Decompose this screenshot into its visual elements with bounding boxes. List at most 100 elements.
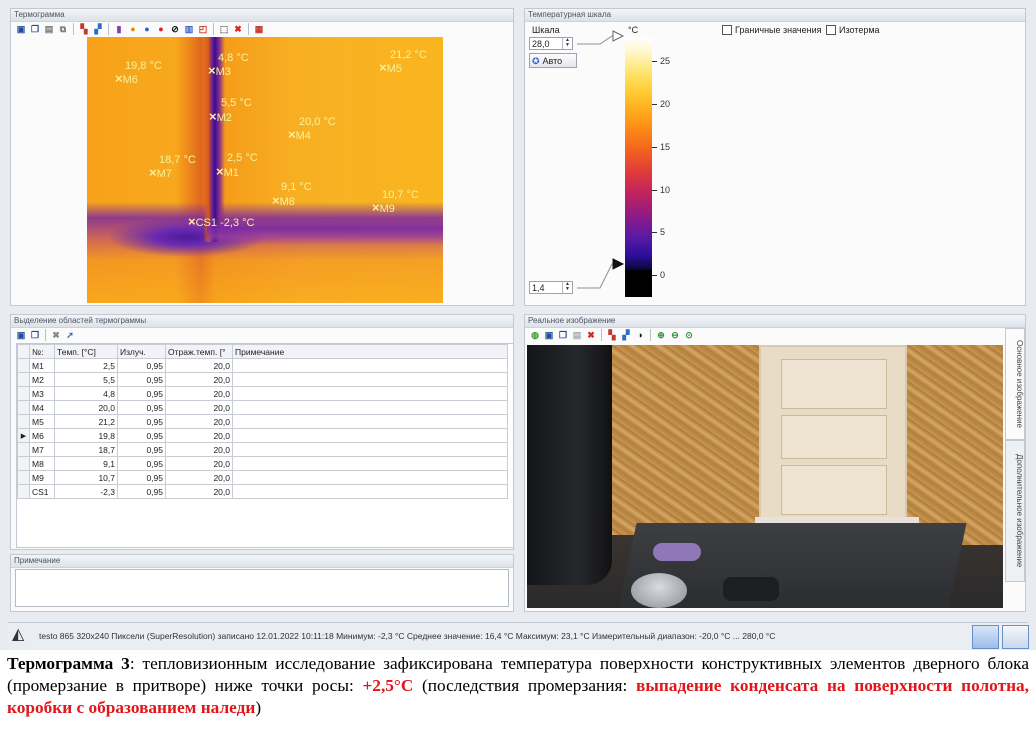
table-cell[interactable]: -2,3 [54,484,118,499]
table-cell[interactable] [232,386,508,401]
properties-icon[interactable]: ▤ [571,329,583,341]
copy-icon[interactable]: ❐ [29,329,41,341]
grid-icon[interactable]: ▦ [253,23,265,35]
table-cell[interactable]: 20,0 [165,386,233,401]
remove-icon[interactable]: ✖ [232,23,244,35]
limits-checkbox[interactable]: Граничные значения [722,25,821,35]
table-cell[interactable] [232,372,508,387]
table-row[interactable]: M5 21,2 0,95 20,0 [17,414,508,429]
table-cell[interactable]: 0,95 [117,484,166,499]
marker-m9[interactable]: ×M9 [372,201,395,215]
delete-region-icon[interactable]: ✖ [50,329,62,341]
table-cell[interactable]: 20,0 [165,442,233,457]
table-cell[interactable]: M9 [29,470,55,485]
marker-m6[interactable]: ×M6 [115,72,138,86]
copy-icon[interactable]: ❐ [29,23,41,35]
table-cell[interactable]: 0,95 [117,442,166,457]
table-cell[interactable]: 4,8 [54,386,118,401]
table-row[interactable]: M4 20,0 0,95 20,0 [17,400,508,415]
table-cell[interactable]: 5,5 [54,372,118,387]
table-cell[interactable]: 9,1 [54,456,118,471]
table-cell[interactable]: M6 [29,428,55,443]
properties-icon[interactable]: ▤ [43,23,55,35]
table-cell[interactable] [232,358,508,373]
palette-alt-icon[interactable]: ▞ [92,23,104,35]
layout-dual-icon[interactable] [1002,625,1029,649]
table-cell[interactable] [232,456,508,471]
marker-m7[interactable]: ×M7 [149,166,172,180]
table-cell[interactable]: 19,8 [54,428,118,443]
cold-spot-icon[interactable]: ● [141,23,153,35]
remove-icon[interactable]: ✖ [585,329,597,341]
table-cell[interactable] [232,442,508,457]
layout-single-icon[interactable] [972,625,999,649]
palette-icon[interactable]: ▚ [78,23,90,35]
spin-icon[interactable]: ▲ ▼ [562,282,572,293]
table-cell[interactable] [232,414,508,429]
tab-additional-image[interactable]: Дополнительное изображение [1005,440,1025,582]
table-cell[interactable] [232,484,508,499]
table-cell[interactable]: 20,0 [165,484,233,499]
column-header[interactable]: Примечание [232,344,508,359]
table-cell[interactable] [232,428,508,443]
table-cell[interactable]: 20,0 [165,470,233,485]
marker-m2[interactable]: ×M2 [209,110,232,124]
table-cell[interactable]: M4 [29,400,55,415]
table-row[interactable]: M1 2,5 0,95 20,0 [17,358,508,373]
navigate-icon[interactable]: ➚ [64,329,76,341]
table-row[interactable]: M3 4,8 0,95 20,0 [17,386,508,401]
table-cell[interactable]: M1 [29,358,55,373]
scale-min-input[interactable]: 1,4 ▲ ▼ [529,281,573,294]
marker-m8[interactable]: ×M8 [272,194,295,208]
table-cell[interactable]: 2,5 [54,358,118,373]
note-textarea[interactable] [15,569,509,607]
table-cell[interactable]: 0,95 [117,456,166,471]
table-cell[interactable]: 0,95 [117,372,166,387]
measure-point-icon[interactable]: ● [155,23,167,35]
table-cell[interactable] [232,400,508,415]
column-header[interactable]: №: [29,344,55,359]
table-cell[interactable]: 0,95 [117,358,166,373]
copy-icon[interactable]: ❐ [557,329,569,341]
real-photo[interactable] [527,345,1003,608]
save-icon[interactable]: ▣ [15,329,27,341]
table-row[interactable]: M8 9,1 0,95 20,0 [17,456,508,471]
table-row[interactable]: M2 5,5 0,95 20,0 [17,372,508,387]
table-cell[interactable]: CS1 [29,484,55,499]
table-cell[interactable]: 20,0 [54,400,118,415]
palette-icon[interactable]: ▚ [606,329,618,341]
profile-icon[interactable]: ◰ [197,23,209,35]
table-row[interactable]: M7 18,7 0,95 20,0 [17,442,508,457]
marker-m4[interactable]: ×M4 [288,128,311,142]
table-cell[interactable]: 21,2 [54,414,118,429]
delete-point-icon[interactable]: ⊘ [169,23,181,35]
table-cell[interactable]: 20,0 [165,414,233,429]
zoom-fit-icon[interactable]: ⊙ [683,329,695,341]
table-row[interactable]: CS1 -2,3 0,95 20,0 [17,484,508,499]
table-cell[interactable]: 20,0 [165,372,233,387]
marker-m1[interactable]: ×M1 [216,165,239,179]
table-cell[interactable]: M2 [29,372,55,387]
column-header[interactable]: Излуч. [117,344,166,359]
table-cell[interactable]: 20,0 [165,358,233,373]
save-icon[interactable]: ▣ [15,23,27,35]
table-cell[interactable]: 10,7 [54,470,118,485]
export-icon[interactable]: ⧉ [57,23,69,35]
column-header[interactable]: Отраж.темп. [° [165,344,233,359]
table-cell[interactable]: M7 [29,442,55,457]
marker-m3[interactable]: ×M3 [208,64,231,78]
marker-m5[interactable]: ×M5 [379,61,402,75]
contrast-icon[interactable]: ◑ [634,329,646,341]
table-cell[interactable]: 0,95 [117,414,166,429]
zoom-in-icon[interactable]: ⊕ [655,329,667,341]
isotherm-checkbox[interactable]: Изотерма [826,25,880,35]
table-row[interactable]: ▶ M6 19,8 0,95 20,0 [17,428,508,443]
open-icon[interactable]: ◍ [529,329,541,341]
hot-spot-icon[interactable]: ● [127,23,139,35]
select-area-icon[interactable]: ⬚ [218,23,230,35]
color-scale-icon[interactable]: ▮ [113,23,125,35]
table-cell[interactable]: 20,0 [165,428,233,443]
zoom-out-icon[interactable]: ⊖ [669,329,681,341]
table-row[interactable]: M9 10,7 0,95 20,0 [17,470,508,485]
table-cell[interactable]: 20,0 [165,456,233,471]
